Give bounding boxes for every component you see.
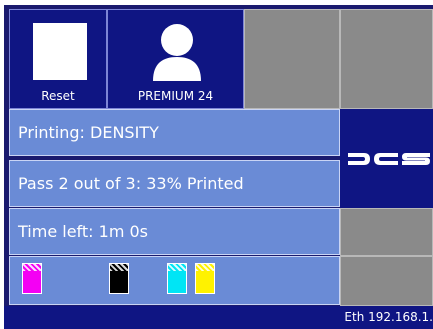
cyan-ink-cartridge (167, 263, 187, 294)
empty-slot-3 (340, 208, 433, 256)
reset-button-label: Reset (41, 89, 75, 103)
printing-status: Printing: DENSITY (9, 109, 340, 156)
ink-levels-row (9, 256, 340, 305)
reset-button[interactable]: Reset (9, 9, 107, 109)
black-ink-cartridge (109, 263, 129, 294)
yellow-ink-cartridge (195, 263, 215, 294)
network-status-bar: Eth 192.168.1. (4, 306, 433, 329)
brand-logo-panel (340, 109, 433, 208)
user-icon (153, 24, 201, 81)
printer-panel-screen: Reset PREMIUM 24 Printing: DENSITY Pass … (0, 0, 433, 329)
time-left-status: Time left: 1m 0s (9, 208, 340, 255)
user-profile-label: PREMIUM 24 (137, 89, 214, 103)
empty-slot-2 (340, 9, 433, 109)
empty-slot-1 (244, 9, 340, 109)
dcs-logo-icon (348, 153, 430, 165)
magenta-ink-cartridge (22, 263, 42, 294)
network-address: Eth 192.168.1. (344, 310, 433, 324)
reset-square-icon (33, 23, 87, 80)
empty-slot-4 (340, 256, 433, 306)
pass-progress-status: Pass 2 out of 3: 33% Printed (9, 160, 340, 207)
user-profile-button[interactable]: PREMIUM 24 (107, 9, 244, 109)
